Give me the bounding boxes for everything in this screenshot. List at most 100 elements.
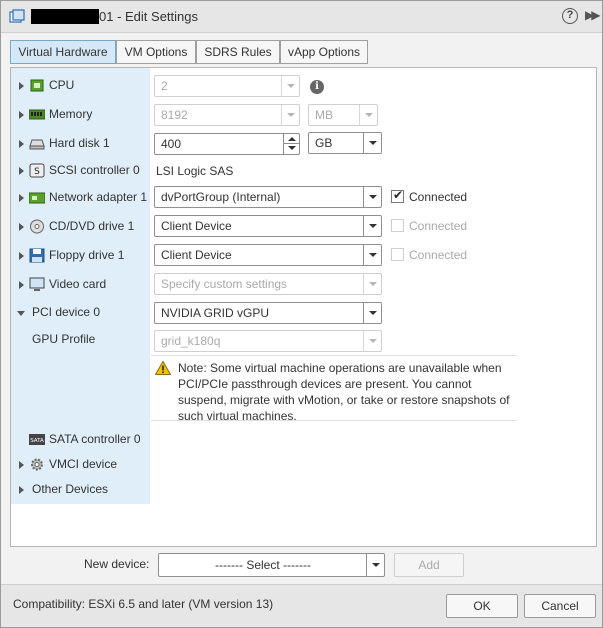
tab-sdrs-rules[interactable]: SDRS Rules — [196, 40, 280, 64]
expand-arrow-icon[interactable] — [19, 82, 24, 90]
tab-vapp-options[interactable]: vApp Options — [280, 40, 368, 64]
new-device-select-value: ------- Select ------- — [215, 558, 311, 572]
chevron-down-icon[interactable] — [359, 105, 377, 125]
help-icon[interactable]: ? — [562, 8, 578, 24]
memory-icon — [29, 109, 45, 120]
floppy-connected-checkbox[interactable] — [391, 248, 404, 261]
title-bar: 01 - Edit Settings ? ▶▶ — [1, 1, 602, 33]
cpu-value: 2 — [161, 79, 168, 93]
cd-dvd-connected-label: Connected — [409, 219, 468, 233]
chevron-down-icon[interactable] — [363, 133, 381, 153]
floppy-label: Floppy drive 1 — [49, 248, 125, 262]
floppy-connected-label: Connected — [409, 248, 468, 262]
gpu-profile-select[interactable]: grid_k180q — [154, 330, 382, 352]
row-video-card[interactable]: Video card — [11, 273, 150, 297]
cd-dvd-select[interactable]: Client Device — [154, 215, 382, 237]
expand-arrow-icon[interactable] — [19, 140, 24, 148]
expand-arrow-icon[interactable] — [19, 252, 24, 260]
expand-arrow-icon[interactable] — [19, 281, 24, 289]
row-sata-controller[interactable]: SATA SATA controller 0 — [11, 428, 150, 452]
hard-disk-unit-select[interactable]: GB — [308, 132, 382, 154]
spinner-buttons[interactable] — [283, 134, 299, 154]
cd-dvd-connected-checkbox[interactable] — [391, 219, 404, 232]
expand-arrow-icon[interactable] — [19, 167, 24, 175]
hard-disk-unit: GB — [315, 136, 333, 150]
expand-icon[interactable]: ▶▶ — [585, 8, 601, 22]
compatibility-text: Compatibility: ESXi 6.5 and later (VM ve… — [13, 597, 274, 611]
chevron-down-icon[interactable] — [281, 105, 299, 125]
cd-dvd-value: Client Device — [161, 219, 232, 233]
network-adapter-label: Network adapter 1 — [49, 190, 148, 204]
chevron-down-icon[interactable] — [363, 187, 381, 207]
sata-controller-label: SATA controller 0 — [49, 432, 141, 446]
video-card-value: Specify custom settings — [161, 277, 288, 291]
chevron-down-icon[interactable] — [366, 554, 384, 576]
scsi-controller-value: LSI Logic SAS — [156, 164, 234, 178]
svg-text:SATA: SATA — [30, 438, 44, 444]
chevron-down-icon[interactable] — [281, 76, 299, 96]
memory-select[interactable]: 8192 — [154, 104, 300, 126]
tab-virtual-hardware[interactable]: Virtual Hardware — [10, 40, 116, 64]
pci-device-label: PCI device 0 — [32, 305, 101, 319]
expand-arrow-icon[interactable] — [19, 461, 24, 469]
cancel-button[interactable]: Cancel — [524, 594, 596, 618]
edit-settings-dialog: 01 - Edit Settings ? ▶▶ Virtual Hardware… — [0, 0, 603, 628]
floppy-value: Client Device — [161, 248, 232, 262]
row-cpu[interactable]: CPU — [11, 74, 150, 98]
spin-down-icon[interactable] — [288, 146, 296, 150]
chevron-down-icon[interactable] — [363, 331, 381, 351]
cpu-select[interactable]: 2 — [154, 75, 300, 97]
row-network-adapter[interactable]: Network adapter 1 — [11, 186, 150, 210]
footer-bar: Compatibility: ESXi 6.5 and later (VM ve… — [1, 584, 602, 627]
chevron-down-icon[interactable] — [363, 216, 381, 236]
hard-disk-label: Hard disk 1 — [49, 136, 110, 150]
cpu-label: CPU — [49, 78, 75, 92]
spin-up-icon[interactable] — [288, 137, 296, 141]
gpu-profile-value: grid_k180q — [161, 334, 221, 348]
new-device-select[interactable]: ------- Select ------- — [158, 553, 385, 577]
chevron-down-icon[interactable] — [363, 274, 381, 294]
chevron-down-icon[interactable] — [363, 245, 381, 265]
expand-arrow-icon[interactable] — [19, 486, 24, 494]
sata-controller-icon: SATA — [29, 434, 45, 445]
row-other-devices[interactable]: Other Devices — [11, 478, 150, 502]
tab-vm-options[interactable]: VM Options — [116, 40, 196, 64]
pci-device-select[interactable]: NVIDIA GRID vGPU — [154, 302, 382, 324]
collapse-arrow-icon[interactable] — [17, 311, 25, 316]
floppy-select[interactable]: Client Device — [154, 244, 382, 266]
ok-button[interactable]: OK — [446, 594, 518, 618]
vm-icon — [9, 9, 25, 23]
hard-disk-icon — [29, 139, 45, 150]
row-pci-device[interactable]: PCI device 0 — [11, 301, 150, 325]
other-devices-label: Other Devices — [32, 482, 109, 496]
expand-arrow-icon[interactable] — [19, 194, 24, 202]
memory-unit: MB — [315, 108, 333, 122]
row-hard-disk[interactable]: Hard disk 1 — [11, 132, 150, 156]
passthrough-note: Note: Some virtual machine operations ar… — [151, 355, 517, 423]
add-device-button[interactable]: Add — [394, 553, 464, 577]
row-floppy-drive[interactable]: Floppy drive 1 — [11, 244, 150, 268]
cpu-icon — [30, 79, 44, 92]
video-card-select[interactable]: Specify custom settings — [154, 273, 382, 295]
network-connected-checkbox[interactable]: ✔ — [391, 188, 404, 203]
expand-arrow-icon[interactable] — [19, 111, 24, 119]
scsi-controller-icon: S — [29, 163, 45, 178]
row-scsi-controller[interactable]: S SCSI controller 0 — [11, 159, 150, 183]
hard-disk-value: 400 — [161, 137, 182, 151]
row-gpu-profile: GPU Profile — [11, 328, 150, 352]
new-device-label: New device: — [84, 557, 150, 571]
row-vmci-device[interactable]: VMCI device — [11, 453, 150, 477]
network-connected-label: Connected — [409, 190, 468, 204]
network-select[interactable]: dvPortGroup (Internal) — [154, 186, 382, 208]
chevron-down-icon[interactable] — [363, 303, 381, 323]
row-memory[interactable]: Memory — [11, 103, 150, 127]
warning-icon — [155, 361, 171, 375]
dialog-title: 01 - Edit Settings — [99, 9, 198, 24]
expand-arrow-icon[interactable] — [19, 223, 24, 231]
row-cd-dvd-drive[interactable]: CD/DVD drive 1 — [11, 215, 150, 239]
floppy-icon — [29, 248, 45, 263]
memory-unit-select[interactable]: MB — [308, 104, 378, 126]
svg-text:S: S — [34, 167, 40, 177]
hard-disk-size-stepper[interactable]: 400 — [154, 133, 300, 155]
info-icon[interactable]: i — [310, 80, 324, 94]
